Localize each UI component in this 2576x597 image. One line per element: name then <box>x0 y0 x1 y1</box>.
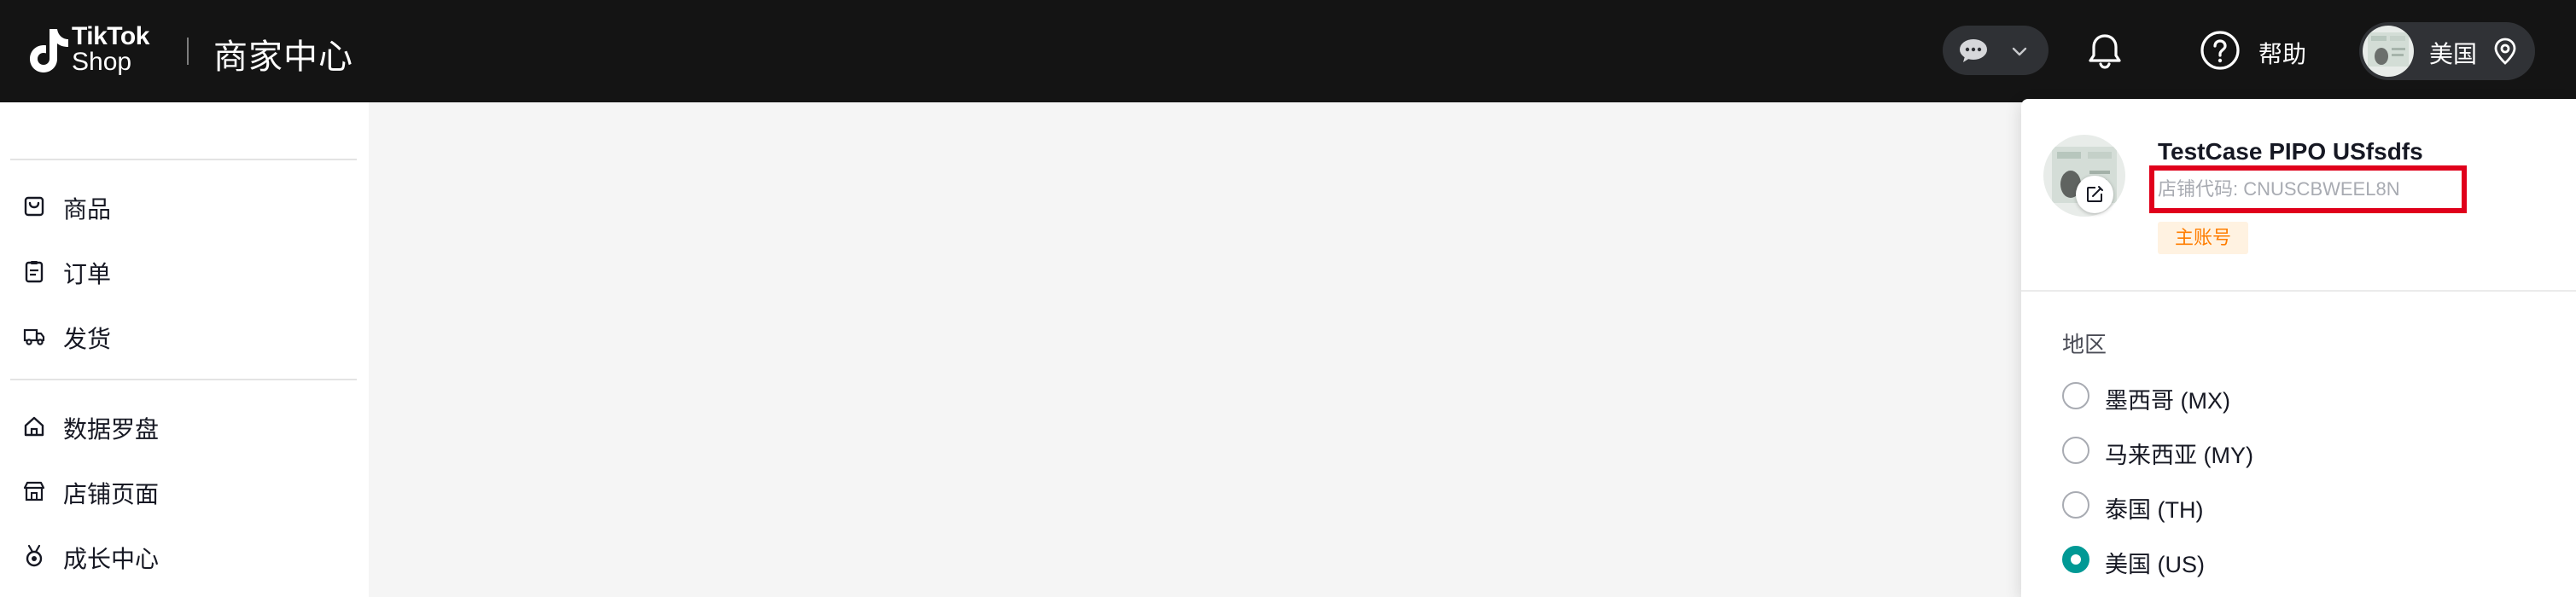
sidebar-item-store-page[interactable]: 店铺页面 <box>0 464 369 515</box>
account-switcher[interactable]: 美国 <box>2359 22 2535 80</box>
store-icon <box>23 481 45 501</box>
dropdown-divider <box>2021 290 2576 292</box>
region-label: 墨西哥 (MX) <box>2105 388 2230 414</box>
medal-icon <box>26 544 43 567</box>
truck-icon <box>23 328 45 345</box>
sidebar-item-shipping[interactable]: 发货 <box>0 309 369 360</box>
sidebar-divider <box>10 159 357 160</box>
region-label: 泰国 (TH) <box>2105 497 2204 523</box>
sidebar: 商品 订单 发货 数据罗盘 店铺页面 成长中心 <box>0 102 369 597</box>
store-name: TestCase PIPO USfsdfs <box>2158 138 2423 165</box>
help-label[interactable]: 帮助 <box>2258 36 2306 70</box>
header-divider <box>187 38 189 65</box>
messages-button[interactable] <box>1943 26 2049 75</box>
region-option-th[interactable]: 泰国 (TH) <box>2062 488 2540 523</box>
sidebar-item-label: 商品 <box>63 196 112 223</box>
edit-avatar-button[interactable] <box>2076 176 2113 213</box>
radio-button[interactable] <box>2062 382 2089 409</box>
sidebar-item-label: 发货 <box>63 326 112 352</box>
sidebar-item-label: 店铺页面 <box>63 481 160 507</box>
radio-button[interactable] <box>2062 437 2089 464</box>
region-title: 地区 <box>2062 332 2107 357</box>
sidebar-item-orders[interactable]: 订单 <box>0 244 369 295</box>
sidebar-item-growth-center[interactable]: 成长中心 <box>0 529 369 580</box>
brand-line2: Shop <box>72 48 132 76</box>
region-option-us[interactable]: 美国 (US) <box>2062 542 2540 577</box>
sidebar-item-label: 成长中心 <box>63 546 160 572</box>
sidebar-item-data-compass[interactable]: 数据罗盘 <box>0 399 369 450</box>
sidebar-item-label: 数据罗盘 <box>63 416 160 443</box>
brand-wordmark[interactable]: TikTok Shop <box>72 24 149 75</box>
page-title: 商家中心 <box>213 38 353 76</box>
edit-icon <box>2087 186 2103 202</box>
tiktok-logo-icon[interactable] <box>20 24 75 78</box>
bag-icon <box>24 196 44 217</box>
sidebar-item-label: 订单 <box>63 261 112 287</box>
clipboard-icon <box>25 261 44 283</box>
region-label: 美国 (US) <box>2105 552 2205 577</box>
brand-line1: TikTok <box>72 22 149 50</box>
bell-icon[interactable] <box>2084 31 2125 72</box>
account-dropdown: TestCase PIPO USfsdfs 店铺代码: CNUSCBWEEL8N… <box>2021 99 2576 597</box>
main-account-badge: 主账号 <box>2158 222 2248 254</box>
region-option-mx[interactable]: 墨西哥 (MX) <box>2062 379 2540 414</box>
region-option-my[interactable]: 马来西亚 (MY) <box>2062 433 2540 468</box>
location-pin-icon <box>2494 38 2516 65</box>
chat-bubble-icon <box>1960 39 1987 62</box>
radio-button[interactable] <box>2062 491 2089 519</box>
sidebar-item-products[interactable]: 商品 <box>0 179 369 230</box>
sidebar-divider <box>10 379 357 380</box>
home-icon <box>24 416 44 437</box>
current-country: 美国 <box>2429 41 2478 67</box>
store-code-highlight <box>2149 165 2467 213</box>
help-circle-icon[interactable] <box>2199 29 2241 72</box>
avatar <box>2363 26 2414 77</box>
chevron-down-icon <box>2012 47 2027 56</box>
radio-button-selected[interactable] <box>2062 546 2089 573</box>
region-label: 马来西亚 (MY) <box>2105 443 2253 468</box>
top-header: TikTok Shop 商家中心 帮助 美国 <box>0 0 2576 102</box>
